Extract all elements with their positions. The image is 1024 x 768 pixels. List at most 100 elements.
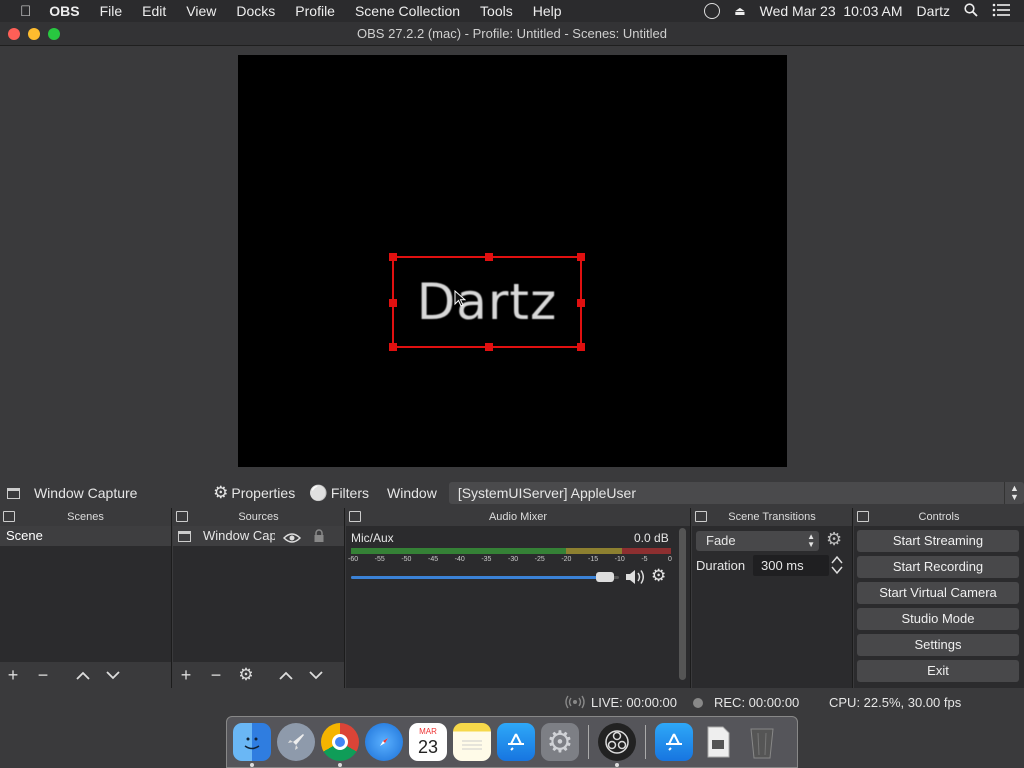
running-indicator	[338, 763, 342, 767]
speaker-icon[interactable]	[624, 568, 646, 591]
spotlight-search-icon[interactable]	[964, 2, 978, 20]
visibility-eye-icon[interactable]	[282, 530, 302, 546]
menubar-user[interactable]: Dartz	[917, 3, 950, 19]
finder-icon[interactable]	[233, 723, 271, 767]
undock-icon[interactable]	[695, 511, 707, 522]
chrome-icon[interactable]	[321, 723, 359, 767]
resize-handle[interactable]	[577, 343, 585, 351]
scenes-panel: Scenes Scene + −	[0, 508, 172, 688]
start-recording-button[interactable]: Start Recording	[857, 556, 1019, 578]
volume-slider-knob[interactable]	[595, 572, 614, 582]
undock-icon[interactable]	[349, 511, 361, 522]
undock-icon[interactable]	[3, 511, 15, 522]
running-indicator	[250, 763, 254, 767]
transition-properties-gear-icon[interactable]: ⚙	[826, 529, 842, 550]
close-window-button[interactable]	[8, 28, 20, 40]
scene-item[interactable]: Scene	[0, 526, 171, 546]
filters-button[interactable]: ⚪ Filters	[309, 484, 369, 502]
launchpad-icon[interactable]	[277, 723, 315, 761]
selected-source-box[interactable]: Dartz	[389, 253, 585, 351]
transition-select[interactable]: Fade ▲ ▼	[696, 531, 819, 551]
document-icon[interactable]	[699, 723, 737, 761]
resize-handle[interactable]	[485, 343, 493, 351]
resize-handle[interactable]	[485, 253, 493, 261]
sources-toolbar: + − ⚙	[173, 662, 344, 688]
audio-settings-gear-icon[interactable]: ⚙	[651, 566, 666, 586]
window-select[interactable]: [SystemUIServer] AppleUser ▲ ▼	[448, 482, 1024, 504]
app-store-icon[interactable]	[655, 723, 693, 761]
chevron-up-icon	[279, 671, 293, 680]
properties-button[interactable]: ⚙ Properties	[213, 483, 295, 503]
move-source-up-button[interactable]	[273, 662, 299, 688]
scene-transitions-title: Scene Transitions	[728, 511, 816, 523]
move-source-down-button[interactable]	[303, 662, 329, 688]
window-label: Window	[387, 485, 437, 501]
menu-file[interactable]: File	[100, 3, 123, 19]
minimize-window-button[interactable]	[28, 28, 40, 40]
meter-ticks: -60 -55 -50 -45 -40 -35 -30 -25 -20 -15 -10 -5 0	[348, 556, 678, 566]
resize-handle[interactable]	[577, 253, 585, 261]
undock-icon[interactable]	[176, 511, 188, 522]
resize-handle[interactable]	[389, 343, 397, 351]
menu-scene-collection[interactable]: Scene Collection	[355, 3, 460, 19]
move-scene-up-button[interactable]	[70, 662, 96, 688]
obs-status-icon[interactable]	[704, 3, 721, 19]
audio-mixer-scrollbar[interactable]	[679, 528, 686, 680]
window-titlebar: OBS 27.2.2 (mac) - Profile: Untitled - S…	[0, 22, 1024, 46]
dock-separator	[588, 725, 589, 759]
zoom-window-button[interactable]	[48, 28, 60, 40]
duration-label: Duration	[696, 558, 746, 573]
system-preferences-icon[interactable]: ⚙	[541, 723, 579, 761]
live-broadcast-icon	[565, 695, 585, 712]
gear-icon: ⚙	[546, 725, 574, 759]
remove-source-button[interactable]: −	[203, 662, 229, 688]
obs-icon[interactable]	[598, 723, 636, 767]
audio-level-readout: 0.0 dB	[634, 531, 669, 545]
menu-profile[interactable]: Profile	[295, 3, 335, 19]
menu-app-obs[interactable]: OBS	[49, 3, 79, 19]
settings-button[interactable]: Settings	[857, 634, 1019, 656]
menu-tools[interactable]: Tools	[480, 3, 513, 19]
trash-icon[interactable]	[743, 723, 781, 761]
menu-view[interactable]: View	[186, 3, 216, 19]
start-streaming-button[interactable]: Start Streaming	[857, 530, 1019, 552]
resize-handle[interactable]	[389, 253, 397, 261]
notes-icon[interactable]	[453, 723, 491, 761]
menu-help[interactable]: Help	[533, 3, 562, 19]
menubar-clock[interactable]: Wed Mar 23 10:03 AM	[760, 3, 903, 19]
duration-field[interactable]: 300 ms	[753, 555, 829, 576]
exit-button[interactable]: Exit	[857, 660, 1019, 682]
preview-area: Dartz	[0, 46, 1024, 476]
calendar-icon[interactable]: MAR 23	[409, 723, 447, 761]
add-source-button[interactable]: +	[173, 662, 199, 688]
move-scene-down-button[interactable]	[100, 662, 126, 688]
remove-scene-button[interactable]: −	[30, 662, 56, 688]
volume-slider-track[interactable]	[351, 572, 619, 582]
preview-canvas[interactable]: Dartz	[238, 55, 787, 467]
notification-center-icon[interactable]	[992, 3, 1010, 20]
duration-stepper[interactable]	[831, 555, 843, 577]
window-select-value: [SystemUIServer] AppleUser	[457, 485, 636, 501]
scenes-title: Scenes	[67, 511, 104, 523]
menu-docks[interactable]: Docks	[236, 3, 275, 19]
controls-header: Controls	[854, 508, 1024, 526]
eject-icon[interactable]: ⏏	[734, 4, 745, 18]
window-capture-icon	[7, 487, 20, 499]
macos-dock: MAR 23 ⚙	[226, 716, 798, 768]
apple-icon[interactable]: 	[20, 3, 31, 20]
safari-icon[interactable]	[365, 723, 403, 761]
meter-tick-label: -30	[508, 556, 519, 563]
resize-handle[interactable]	[577, 299, 585, 307]
lock-icon[interactable]	[313, 529, 325, 546]
selected-source-name: Window Capture	[33, 485, 138, 501]
undock-icon[interactable]	[857, 511, 869, 522]
studio-mode-button[interactable]: Studio Mode	[857, 608, 1019, 630]
menu-edit[interactable]: Edit	[142, 3, 166, 19]
resize-handle[interactable]	[389, 299, 397, 307]
add-scene-button[interactable]: +	[0, 662, 26, 688]
app-store-icon[interactable]	[497, 723, 535, 761]
source-properties-gear-icon[interactable]: ⚙	[233, 662, 259, 688]
start-virtual-camera-button[interactable]: Start Virtual Camera	[857, 582, 1019, 604]
source-item[interactable]: Window Cap	[173, 526, 344, 546]
volume-meter	[351, 548, 671, 554]
